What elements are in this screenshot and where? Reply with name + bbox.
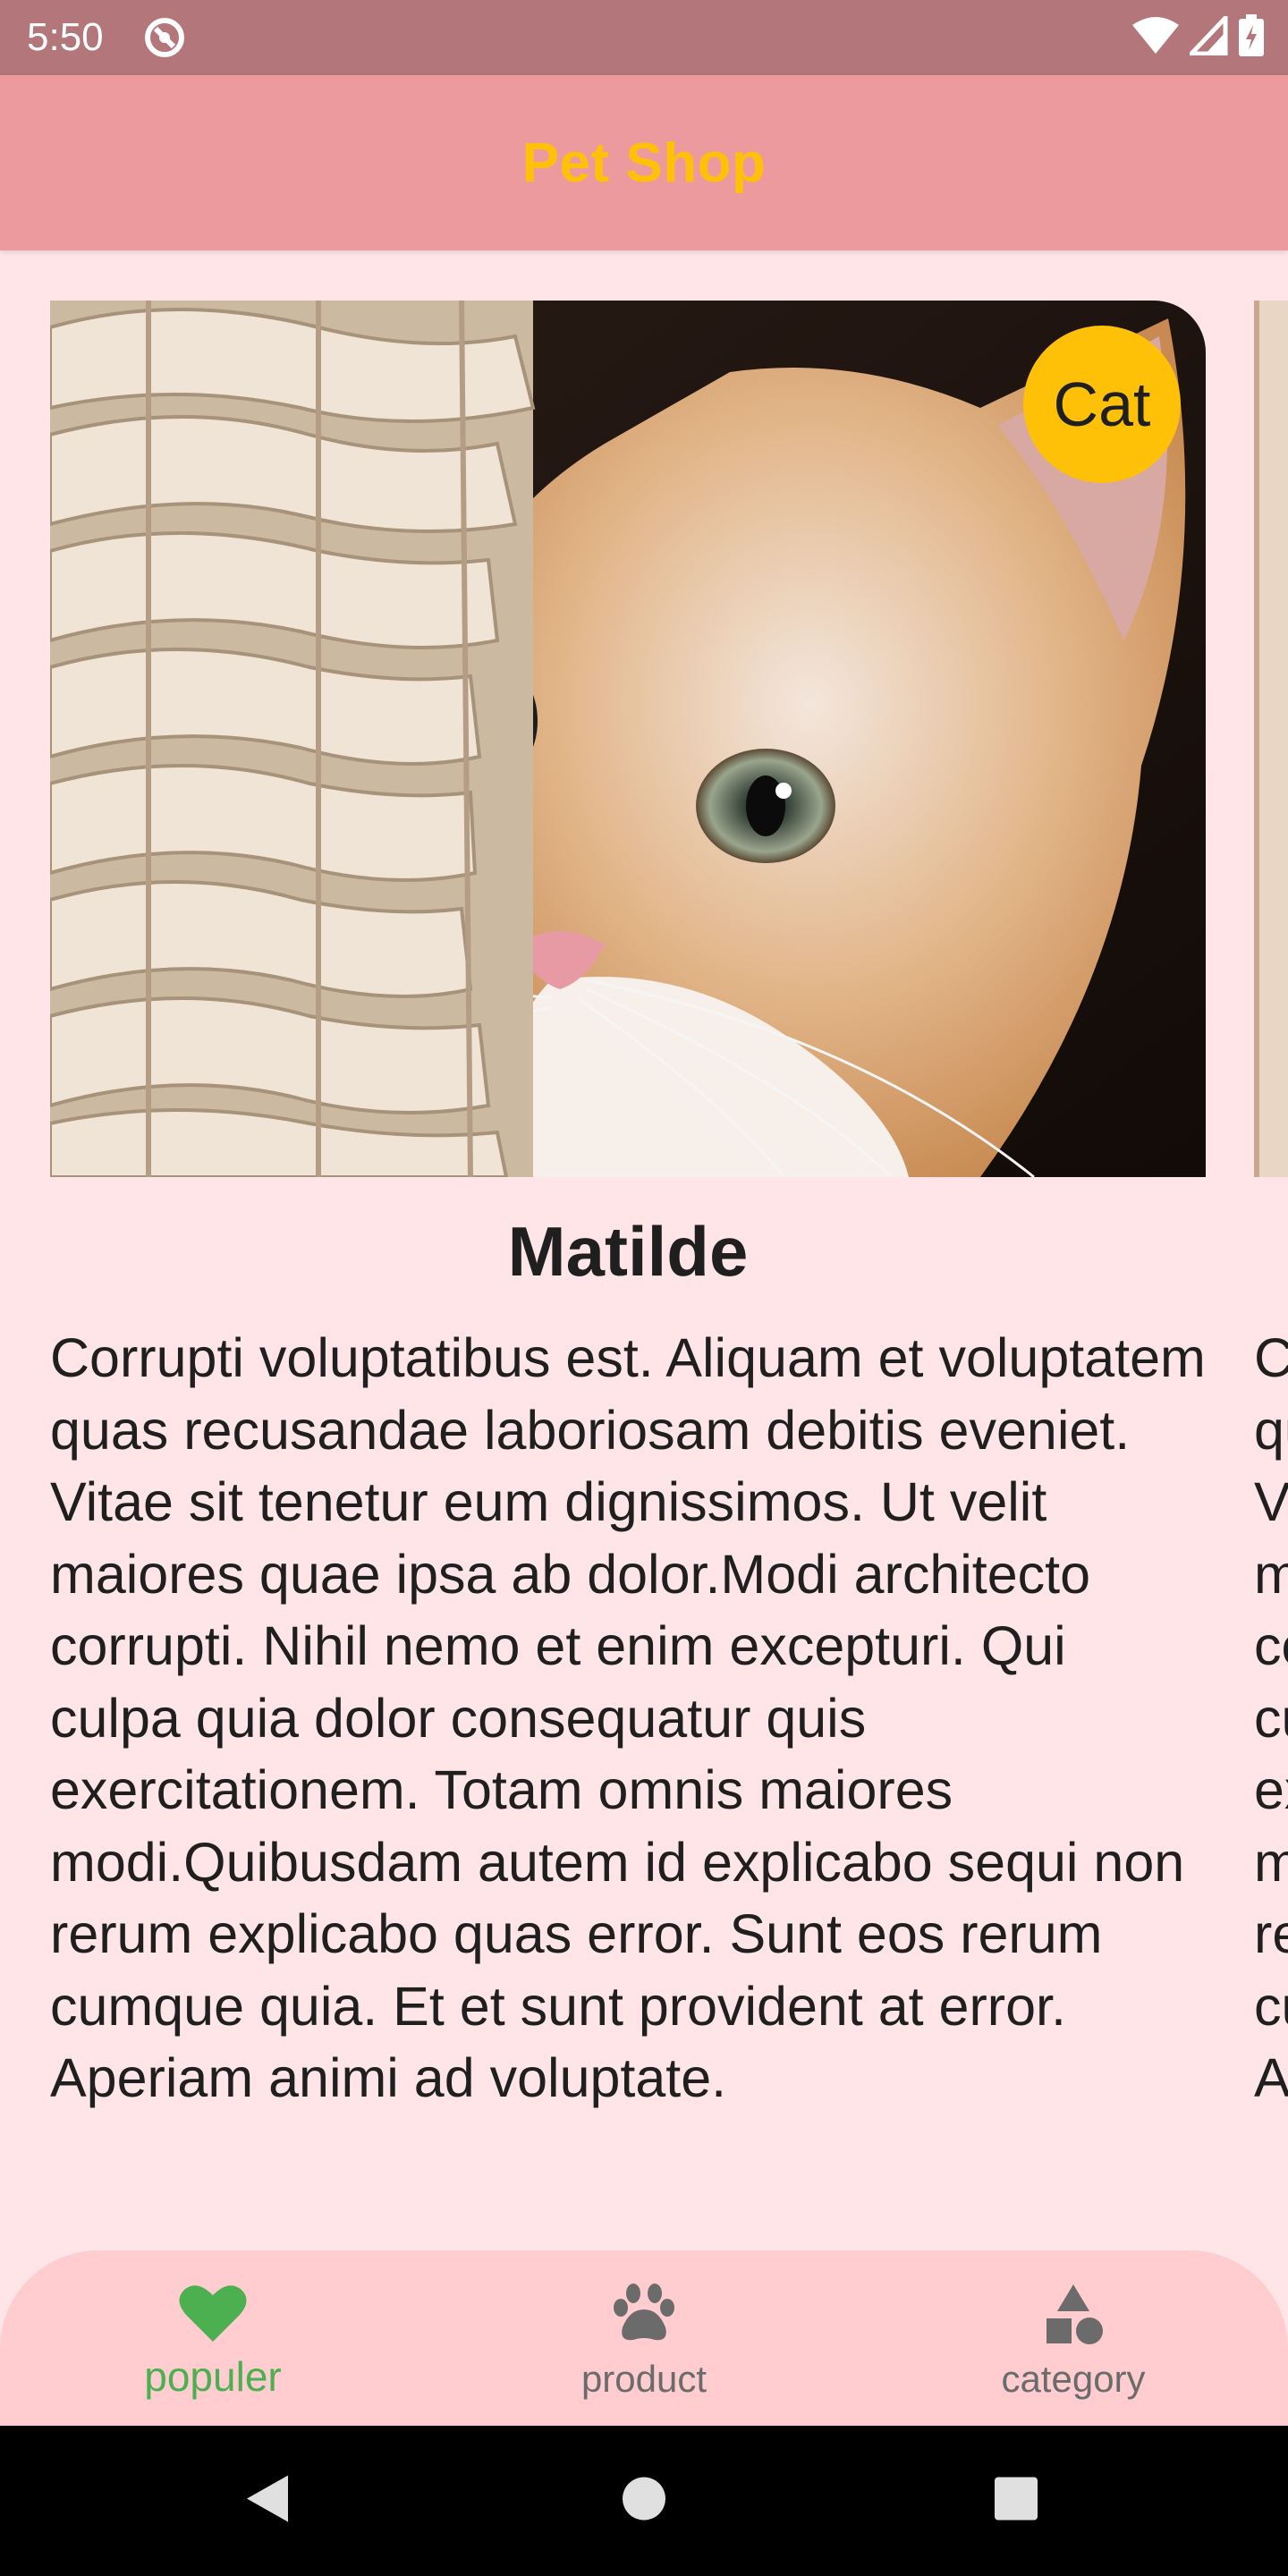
- pet-image: Cat: [50, 301, 1206, 1177]
- app-bar: Pet Shop: [0, 75, 1288, 250]
- bottom-navigation: populer product category: [0, 2250, 1288, 2426]
- nav-label-populer: populer: [144, 2353, 282, 2400]
- notification-app-icon: [143, 16, 186, 59]
- pet-name: Matilde: [507, 1212, 749, 1291]
- recents-icon[interactable]: [993, 2476, 1039, 2527]
- pet-card[interactable]: Cat Matilde Corrupti voluptatibus est. A…: [50, 301, 1206, 2200]
- heart-icon: [179, 2283, 247, 2348]
- wifi-icon: [1131, 16, 1181, 60]
- home-icon[interactable]: [621, 2476, 667, 2527]
- nav-populer[interactable]: populer: [52, 2250, 374, 2426]
- next-pet-card[interactable]: Corrupti voluptatibus est. Aliquam et vo…: [1254, 301, 1288, 2200]
- status-icons: [1131, 12, 1265, 62]
- status-bar: 5:50: [0, 0, 1288, 75]
- paw-icon: [612, 2283, 676, 2348]
- pet-carousel[interactable]: Cat Matilde Corrupti voluptatibus est. A…: [0, 250, 1288, 2200]
- status-time: 5:50: [27, 15, 104, 59]
- battery-icon: [1238, 13, 1265, 62]
- nav-label-product: product: [580, 2358, 708, 2400]
- category-badge: Cat: [1023, 326, 1181, 483]
- signal-icon: [1186, 12, 1229, 60]
- app-title: Pet Shop: [521, 131, 767, 194]
- next-pet-image: [1254, 301, 1288, 1177]
- back-icon[interactable]: [242, 2472, 292, 2530]
- pet-description: Corrupti voluptatibus est. Aliquam et vo…: [50, 1327, 1206, 2108]
- next-pet-description: Corrupti voluptatibus est. Aliquam et vo…: [1254, 1327, 1288, 2108]
- shapes-icon: [1041, 2283, 1106, 2351]
- nav-product[interactable]: product: [483, 2250, 805, 2426]
- system-navigation-bar: [0, 2426, 1288, 2576]
- nav-category[interactable]: category: [912, 2250, 1234, 2426]
- nav-label-category: category: [1001, 2358, 1146, 2400]
